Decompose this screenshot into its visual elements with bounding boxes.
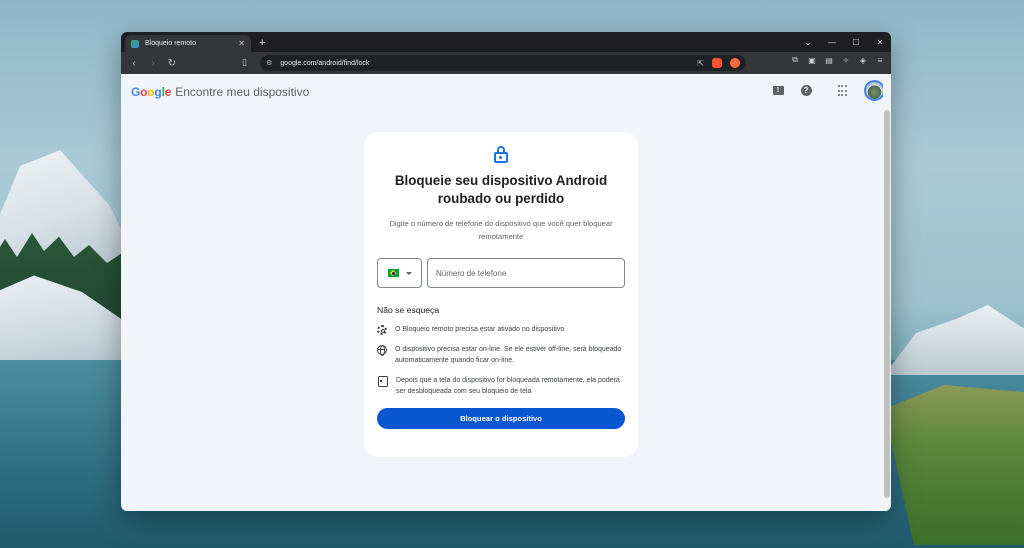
google-apps-icon[interactable]	[836, 85, 848, 97]
phone-number-input[interactable]	[427, 258, 625, 288]
window-controls: ⌄ — ☐ ✕	[803, 32, 885, 52]
wallpaper-mountain-right	[884, 305, 1024, 375]
address-bar-actions: ⇱	[697, 58, 740, 68]
app-title[interactable]: Encontre meu dispositivo	[175, 85, 309, 99]
scrollbar[interactable]	[883, 74, 891, 511]
tip-text: O dispositivo precisa estar on-line. Se …	[395, 346, 622, 364]
sidebar-icon[interactable]: ▣	[807, 56, 817, 65]
browser-titlebar: Bloqueio remoto ✕ + ⌄ — ☐ ✕	[121, 32, 891, 52]
brazil-flag-icon	[387, 269, 399, 277]
tab-close-icon[interactable]: ✕	[238, 39, 245, 48]
new-tab-button[interactable]: +	[259, 37, 265, 49]
settings-icon	[377, 325, 387, 335]
list-item: O Bloqueio remoto precisa estar ativado …	[377, 324, 625, 335]
browser-window: Bloqueio remoto ✕ + ⌄ — ☐ ✕ ‹ › ↻ ▯ ⚙ go…	[121, 32, 891, 511]
share-icon[interactable]: ⇱	[697, 59, 704, 68]
card-title: Bloqueie seu dispositivo Android roubado…	[394, 173, 608, 206]
bookmark-icon[interactable]: ▯	[242, 57, 247, 68]
help-icon: ?	[800, 85, 812, 96]
brave-shields-icon[interactable]	[712, 58, 722, 68]
url-text[interactable]: google.com/android/find/lock	[280, 60, 697, 67]
forward-icon[interactable]: ›	[148, 58, 158, 69]
reminder-list: O Bloqueio remoto precisa estar ativado …	[377, 324, 625, 397]
extensions-area: ⧉ ▣ ▤ ✧ ◈ ≡	[790, 55, 885, 65]
lock-device-card: Bloqueie seu dispositivo Android roubado…	[364, 132, 638, 457]
menu-icon[interactable]: ≡	[875, 56, 885, 65]
browser-toolbar: ‹ › ↻ ▯ ⚙ google.com/android/find/lock ⇱…	[121, 52, 891, 74]
lock-device-button[interactable]: Bloquear o dispositivo	[377, 408, 625, 429]
header-actions: ! ?	[772, 80, 885, 101]
reminder-title: Não se esqueça	[377, 305, 440, 315]
tip-text: Depois que a tela do dispositivo for blo…	[396, 377, 620, 395]
maximize-icon[interactable]: ☐	[851, 38, 861, 47]
reload-icon[interactable]: ↻	[167, 58, 177, 69]
feedback-button[interactable]: !	[772, 85, 784, 97]
vpn-icon[interactable]: ◈	[858, 56, 868, 65]
phone-icon	[378, 376, 388, 387]
list-item: Depois que a tela do dispositivo for blo…	[377, 375, 625, 397]
account-avatar[interactable]	[864, 80, 885, 101]
leo-ai-icon[interactable]: ✧	[841, 56, 851, 65]
navigation-buttons: ‹ › ↻	[129, 58, 177, 69]
minimize-icon[interactable]: —	[827, 38, 837, 47]
back-icon[interactable]: ‹	[129, 58, 139, 69]
close-icon[interactable]: ✕	[875, 38, 885, 47]
google-logo[interactable]: Google	[131, 85, 171, 99]
site-info-icon[interactable]: ⚙	[266, 59, 272, 67]
tip-text: O Bloqueio remoto precisa estar ativado …	[395, 326, 565, 333]
country-code-select[interactable]	[377, 258, 422, 288]
scrollbar-thumb[interactable]	[884, 110, 890, 498]
extensions-icon[interactable]: ⧉	[790, 55, 800, 65]
globe-icon	[377, 345, 387, 356]
tab-search-chevron-down-icon[interactable]: ⌄	[803, 38, 813, 47]
lock-icon	[494, 146, 508, 163]
feedback-icon: !	[772, 86, 784, 95]
find-device-favicon-icon	[131, 39, 139, 48]
address-bar[interactable]: ⚙ google.com/android/find/lock ⇱	[260, 55, 746, 71]
tab-title: Bloqueio remoto	[145, 40, 196, 47]
browser-tab[interactable]: Bloqueio remoto ✕	[125, 35, 251, 52]
list-item: O dispositivo precisa estar on-line. Se …	[377, 344, 625, 366]
app-header: Google Encontre meu dispositivo ! ?	[121, 74, 891, 110]
phone-number-row	[377, 258, 625, 288]
help-button[interactable]: ?	[800, 85, 812, 97]
page-viewport: Google Encontre meu dispositivo ! ? Bloq…	[121, 74, 891, 511]
dropdown-caret-icon	[405, 271, 412, 275]
card-subtitle: Digite o número de telefone do dispositi…	[389, 219, 613, 241]
brave-rewards-icon[interactable]	[730, 58, 740, 68]
wallet-icon[interactable]: ▤	[824, 56, 834, 65]
